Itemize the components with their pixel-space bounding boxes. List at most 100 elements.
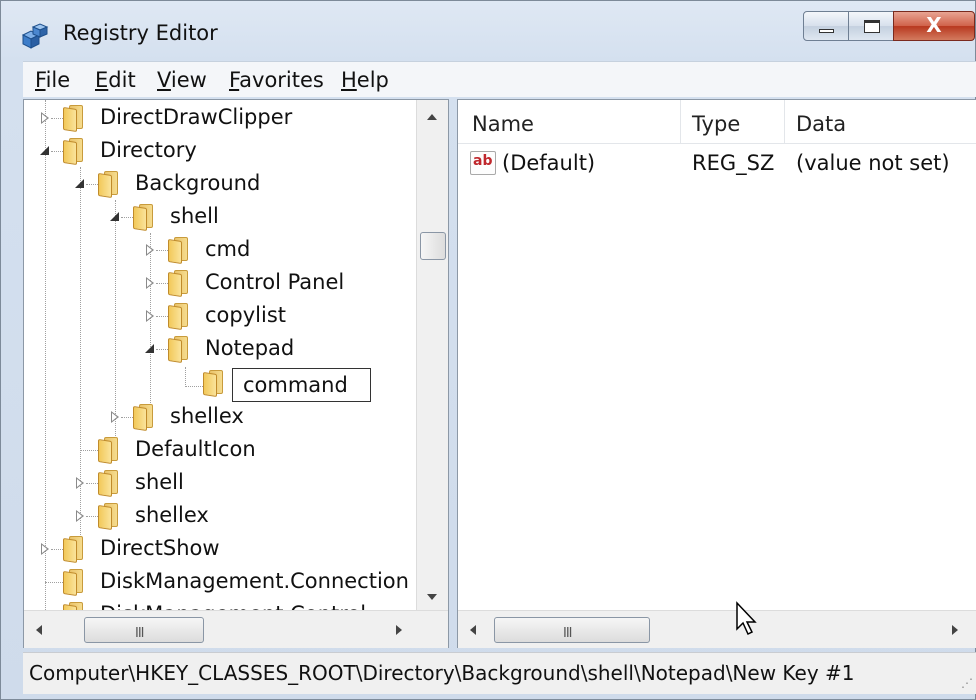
folder-icon [98, 503, 122, 530]
expand-arrow-icon[interactable] [39, 112, 51, 124]
tree-node-label: Directory [100, 138, 197, 162]
folder-icon [133, 404, 157, 431]
tree-node-directory[interactable]: Directory [24, 135, 416, 168]
maximize-button[interactable] [848, 11, 894, 41]
tree-node-shellex[interactable]: shellex [24, 500, 416, 533]
key-tree[interactable]: DirectDrawClipper Directory Background s… [24, 100, 416, 610]
values-list-pane[interactable]: Name Type Data ab (Default) REG_SZ (valu… [457, 99, 976, 648]
collapse-arrow-icon[interactable] [74, 178, 86, 190]
menu-view[interactable]: View [157, 68, 207, 92]
folder-icon [63, 536, 87, 563]
grip-icon: III [563, 626, 572, 641]
tree-node-diskmanagement-control[interactable]: DiskManagement.Control [24, 599, 416, 610]
tree-node-copylist[interactable]: copylist [24, 300, 416, 333]
expand-arrow-icon[interactable] [144, 244, 156, 256]
tree-node-label: shellex [170, 404, 244, 428]
menu-edit[interactable]: Edit [95, 68, 136, 92]
folder-icon [98, 437, 122, 464]
tree-node-directdrawclipper[interactable]: DirectDrawClipper [24, 102, 416, 135]
scroll-thumb[interactable]: III [494, 617, 650, 643]
expand-arrow-icon[interactable] [144, 277, 156, 289]
column-header-data[interactable]: Data [796, 112, 846, 136]
resize-grip-icon[interactable]: ⋰ [961, 676, 973, 690]
tree-node-label: copylist [205, 303, 286, 327]
mouse-pointer-icon [736, 601, 757, 636]
column-header-bar: Name Type Data [458, 100, 976, 144]
folder-open-icon [63, 138, 87, 165]
expand-arrow-icon[interactable] [109, 411, 121, 423]
scroll-thumb[interactable]: III [84, 617, 204, 643]
folder-icon [203, 370, 227, 397]
collapse-arrow-icon[interactable] [39, 145, 51, 157]
window-title: Registry Editor [63, 21, 218, 45]
tree-node-label: DiskManagement.Control [100, 602, 366, 610]
scroll-right-arrow-icon[interactable] [396, 625, 402, 635]
grip-icon: III [135, 626, 144, 641]
tree-node-label: cmd [205, 237, 251, 261]
tree-node-cmd[interactable]: cmd [24, 234, 416, 267]
tree-node-label: DefaultIcon [135, 437, 256, 461]
key-tree-pane[interactable]: DirectDrawClipper Directory Background s… [23, 99, 449, 648]
collapse-arrow-icon[interactable] [144, 343, 156, 355]
column-header-name[interactable]: Name [472, 112, 534, 136]
folder-open-icon [98, 171, 122, 198]
tree-node-label: shellex [135, 503, 209, 527]
tree-node-label: shell [135, 470, 184, 494]
scroll-left-arrow-icon[interactable] [36, 625, 42, 635]
expand-arrow-icon[interactable] [39, 543, 51, 555]
tree-node-directshow[interactable]: DirectShow [24, 533, 416, 566]
tree-node-control-panel[interactable]: Control Panel [24, 267, 416, 300]
list-item[interactable]: ab (Default) REG_SZ (value not set) [458, 146, 976, 182]
expand-arrow-icon[interactable] [144, 310, 156, 322]
scroll-left-arrow-icon[interactable] [470, 625, 476, 635]
tree-node-shell[interactable]: shell [24, 201, 416, 234]
tree-node-label: Control Panel [205, 270, 345, 294]
menu-bar: File Edit View Favorites Help [23, 61, 976, 97]
scroll-right-arrow-icon[interactable] [952, 625, 958, 635]
tree-node-background[interactable]: Background [24, 168, 416, 201]
menu-help[interactable]: Help [341, 68, 389, 92]
expand-arrow-icon[interactable] [74, 510, 86, 522]
caption-buttons: X [803, 11, 975, 41]
menu-file[interactable]: File [35, 68, 70, 92]
folder-icon [168, 303, 192, 330]
column-header-type[interactable]: Type [692, 112, 740, 136]
registry-cubes-icon [21, 23, 49, 49]
column-divider[interactable] [784, 100, 785, 144]
column-divider[interactable] [680, 100, 681, 144]
status-bar: Computer\HKEY_CLASSES_ROOT\Directory\Bac… [23, 652, 976, 694]
tree-vertical-scrollbar[interactable] [416, 100, 448, 610]
value-data: (value not set) [796, 151, 950, 175]
value-name: (Default) [502, 151, 596, 175]
value-type: REG_SZ [692, 151, 775, 175]
rename-key-input[interactable]: command [232, 368, 371, 402]
tree-node-label: DirectDrawClipper [100, 105, 293, 129]
tree-node-diskmanagement-connection[interactable]: DiskManagement.Connection [24, 566, 416, 599]
list-horizontal-scrollbar[interactable]: III [458, 610, 976, 648]
registry-editor-window: Registry Editor X File Edit View Favorit… [0, 0, 976, 700]
scroll-thumb[interactable] [420, 232, 446, 260]
folder-icon [63, 105, 87, 132]
tree-node-label: DiskManagement.Connection [100, 569, 409, 593]
tree-node-defaulticon[interactable]: DefaultIcon [24, 434, 416, 467]
scroll-down-arrow-icon[interactable] [427, 594, 437, 600]
tree-node-label: DirectShow [100, 536, 220, 560]
tree-horizontal-scrollbar[interactable]: III [24, 610, 448, 648]
folder-icon [98, 470, 122, 497]
tree-node-shellex[interactable]: shellex [24, 401, 416, 434]
expand-arrow-icon[interactable] [74, 477, 86, 489]
minimize-button[interactable] [803, 11, 849, 41]
collapse-arrow-icon[interactable] [109, 211, 121, 223]
folder-open-icon [168, 336, 192, 363]
tree-node-shell[interactable]: shell [24, 467, 416, 500]
folder-icon [168, 270, 192, 297]
tree-node-notepad[interactable]: Notepad [24, 333, 416, 366]
maximize-icon [864, 20, 880, 33]
folder-icon [63, 569, 87, 596]
scroll-up-arrow-icon[interactable] [427, 114, 437, 120]
menu-favorites[interactable]: Favorites [229, 68, 324, 92]
title-bar[interactable]: Registry Editor X [1, 1, 976, 61]
folder-icon [63, 602, 87, 610]
tree-node-label: Notepad [205, 336, 295, 360]
close-button[interactable]: X [893, 11, 975, 41]
